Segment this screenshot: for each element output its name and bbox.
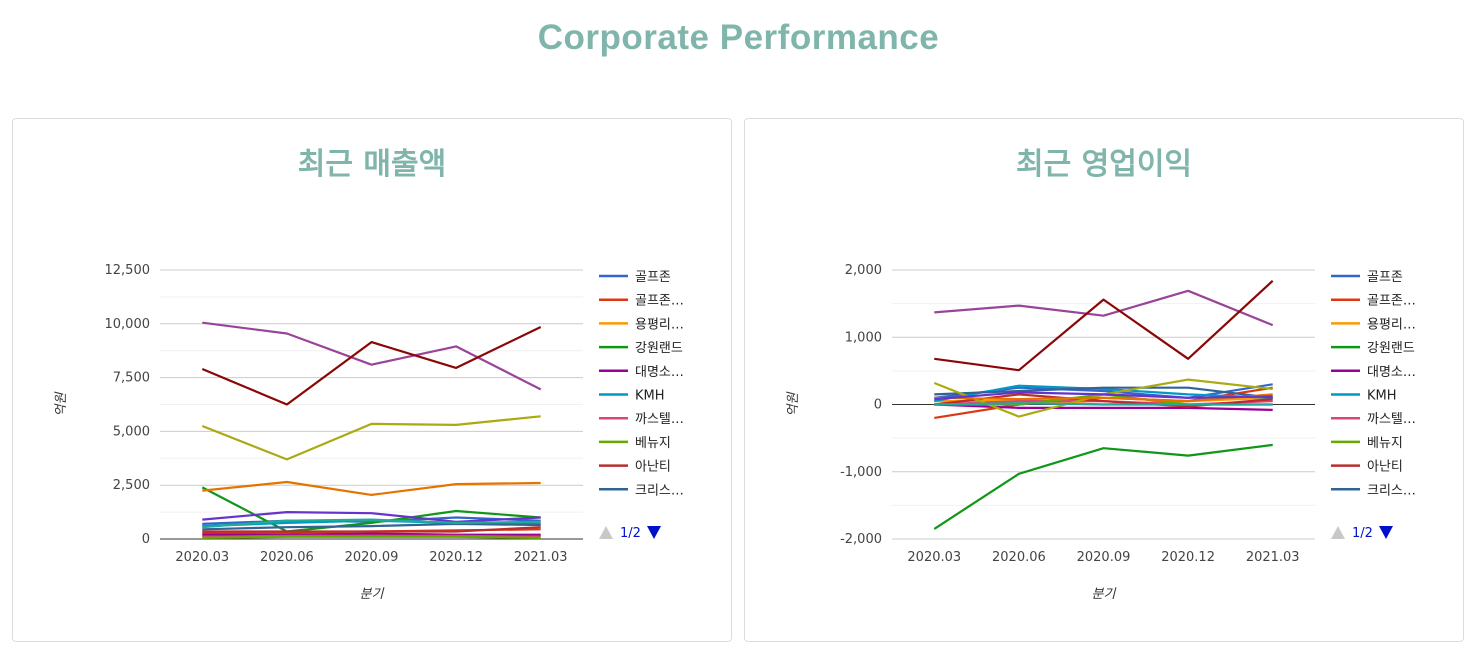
operating-profit-legend-item[interactable]: 대명소…: [1331, 365, 1416, 380]
revenue-chart: 0 2,500 5,000 7,500 10,000 12,500 2020.03 2020.…: [54, 263, 684, 602]
revenue-legend-label: 까스텔…: [635, 412, 684, 427]
revenue-chart-card: 최근 매출액 0 2,500 5,000 7,500 10,000 12,500 2020.…: [12, 118, 732, 642]
revenue-legend-label: 용평리…: [635, 317, 684, 332]
operating-profit-legend-item[interactable]: 베뉴지: [1331, 436, 1403, 451]
revenue-legend-item[interactable]: 골프존…: [599, 294, 684, 309]
operating-profit-x-tick-label: 2020.09: [1077, 550, 1131, 565]
operating-profit-legend-item[interactable]: 크리스…: [1331, 483, 1416, 498]
revenue-y-tick-label: 10,000: [105, 317, 151, 332]
operating-profit-legend-item[interactable]: 용평리…: [1331, 317, 1416, 332]
operating-profit-legend-label: 골프존: [1367, 270, 1403, 285]
operating-profit-legend-label: 대명소…: [1367, 365, 1416, 380]
revenue-legend-label: 골프존: [635, 270, 671, 285]
revenue-legend-item[interactable]: 대명소…: [599, 365, 684, 380]
revenue-y-axis-title: 억원: [54, 392, 69, 417]
page-title: Corporate Performance: [537, 18, 940, 57]
operating-profit-x-axis-title: 분기: [1092, 587, 1117, 602]
revenue-legend-page-indicator: 1/2: [620, 526, 641, 541]
operating-profit-y-tick-label: -1,000: [840, 465, 882, 480]
revenue-legend-label: 크리스…: [635, 483, 684, 498]
operating-profit-legend-label: 골프존…: [1367, 294, 1416, 309]
revenue-legend-item[interactable]: 크리스…: [599, 483, 684, 498]
operating-profit-legend-label: 아난티: [1367, 460, 1403, 475]
revenue-legend-item[interactable]: 아난티: [599, 460, 671, 475]
operating-profit-y-tick-label: 0: [874, 398, 882, 413]
revenue-y-tick-label: 12,500: [105, 263, 151, 278]
operating-profit-x-tick-label: 2020.03: [907, 550, 961, 565]
operating-profit-series-line-12: [934, 279, 1274, 372]
operating-profit-chart-card: 최근 영업이익 -2,000 -1,000 0 1,000 2,000 2020.03 20…: [744, 118, 1464, 642]
revenue-legend-item[interactable]: 강원랜드: [599, 341, 683, 356]
revenue-legend-item[interactable]: 까스텔…: [599, 412, 684, 427]
revenue-legend-label: KMH: [635, 389, 665, 404]
operating-profit-series-line-4: [933, 443, 1273, 530]
revenue-series-line-5: [202, 532, 541, 536]
operating-profit-x-tick-label: 2020.12: [1161, 550, 1215, 565]
revenue-legend-item[interactable]: 골프존: [599, 270, 671, 285]
revenue-x-axis-title: 분기: [360, 587, 385, 602]
operating-profit-chart: -2,000 -1,000 0 1,000 2,000 2020.03 2020.06 202…: [786, 263, 1416, 602]
operating-profit-y-tick-label: 2,000: [845, 263, 882, 278]
operating-profit-legend-item[interactable]: KMH: [1331, 389, 1397, 404]
revenue-legend-item[interactable]: KMH: [599, 389, 665, 404]
operating-profit-legend-label: KMH: [1367, 389, 1397, 404]
operating-profit-legend-item[interactable]: 강원랜드: [1331, 341, 1415, 356]
revenue-series-line-14: [202, 480, 541, 496]
operating-profit-legend-label: 베뉴지: [1367, 436, 1403, 451]
revenue-y-tick-label: 5,000: [113, 424, 150, 439]
revenue-y-tick-label: 0: [142, 532, 150, 547]
revenue-legend-label: 강원랜드: [635, 341, 683, 356]
operating-profit-series-line-11: [934, 289, 1274, 327]
revenue-x-tick-label: 2020.09: [345, 550, 399, 565]
revenue-legend-prev-page-icon[interactable]: [599, 526, 613, 539]
operating-profit-y-tick-label: 1,000: [845, 330, 882, 345]
revenue-legend-label: 아난티: [635, 460, 671, 475]
operating-profit-legend-label: 까스텔…: [1367, 412, 1416, 427]
revenue-x-tick-label: 2020.03: [175, 550, 229, 565]
operating-profit-legend-label: 강원랜드: [1367, 341, 1415, 356]
revenue-y-tick-label: 7,500: [113, 371, 150, 386]
operating-profit-legend-item[interactable]: 까스텔…: [1331, 412, 1416, 427]
operating-profit-legend-label: 용평리…: [1367, 317, 1416, 332]
revenue-series-line-8: [202, 535, 541, 539]
operating-profit-legend-label: 크리스…: [1367, 483, 1416, 498]
revenue-legend-item[interactable]: 베뉴지: [599, 436, 671, 451]
operating-profit-x-tick-label: 2021.03: [1246, 550, 1300, 565]
revenue-series-line-11: [202, 321, 542, 391]
revenue-x-tick-label: 2020.06: [260, 550, 314, 565]
revenue-x-tick-label: 2020.12: [429, 550, 483, 565]
operating-profit-y-axis-title: 억원: [786, 392, 801, 417]
revenue-series-line-13: [201, 415, 541, 461]
revenue-legend-item[interactable]: 용평리…: [599, 317, 684, 332]
revenue-legend-next-page-icon[interactable]: [647, 526, 661, 539]
operating-profit-legend-next-page-icon[interactable]: [1379, 526, 1393, 539]
operating-profit-x-tick-label: 2020.06: [992, 550, 1046, 565]
revenue-y-tick-label: 2,500: [113, 478, 150, 493]
revenue-legend-label: 골프존…: [635, 294, 684, 309]
operating-profit-legend-page-indicator: 1/2: [1352, 526, 1373, 541]
revenue-legend-label: 베뉴지: [635, 436, 671, 451]
operating-profit-y-tick-label: -2,000: [840, 532, 882, 547]
operating-profit-legend-item[interactable]: 골프존…: [1331, 294, 1416, 309]
operating-profit-legend-item[interactable]: 아난티: [1331, 460, 1403, 475]
operating-profit-legend-item[interactable]: 골프존: [1331, 270, 1403, 285]
revenue-legend-label: 대명소…: [635, 365, 684, 380]
operating-profit-legend-prev-page-icon[interactable]: [1331, 526, 1345, 539]
revenue-x-tick-label: 2021.03: [514, 550, 568, 565]
